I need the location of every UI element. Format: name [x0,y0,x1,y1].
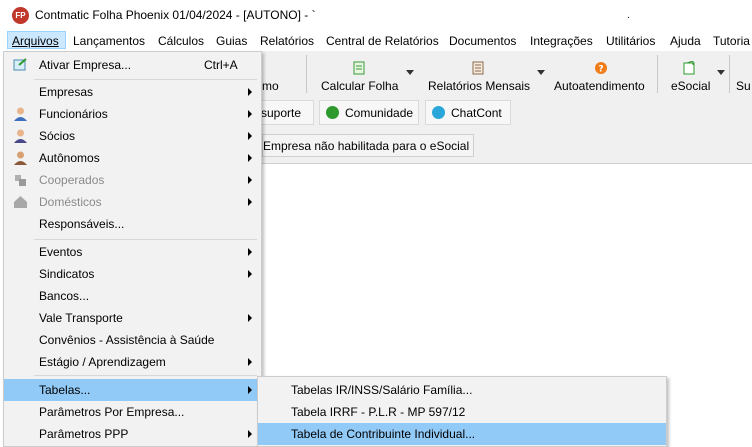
menu-item-ativar-empresa[interactable]: Ativar Empresa... Ctrl+A [4,54,261,76]
toolbar-separator [729,55,730,93]
calcular-folha-dropdown-icon[interactable] [406,70,414,75]
title-mark: . [627,10,630,21]
chat-icon [432,106,445,119]
menu-guias[interactable]: Guias [216,34,247,48]
menu-arquivos[interactable]: Arquivos [7,31,66,49]
reports-icon [471,61,485,75]
submenu-arrow-icon [248,110,252,118]
menu-item-cooperados[interactable]: Cooperados [4,169,261,191]
toolbar-separator [306,55,307,93]
house-icon [13,194,28,209]
submenu-arrow-icon [248,430,252,438]
help-icon: ? [594,61,608,75]
menu-item-bancos[interactable]: Bancos... [4,285,261,307]
menu-item-tabelas[interactable]: Tabelas... [4,379,261,401]
relatorios-mensais-dropdown-icon[interactable] [537,70,545,75]
submenu-arrow-icon [248,88,252,96]
cooperative-icon [13,172,28,187]
menu-central-relatorios[interactable]: Central de Relatórios [326,34,439,48]
menu-item-socios[interactable]: Sócios [4,125,261,147]
esocial-status-message: Empresa não habilitada para o eSocial [262,134,474,157]
app-logo-icon: FP [12,7,29,24]
relatorios-mensais-button[interactable]: Relatórios Mensais [428,79,530,93]
submenu-arrow-icon [248,386,252,394]
menu-item-sindicatos[interactable]: Sindicatos [4,263,261,285]
menu-documentos[interactable]: Documentos [449,34,516,48]
activate-company-icon [13,57,28,72]
menu-ajuda[interactable]: Ajuda [670,34,701,48]
suporte-label: suporte [261,105,302,120]
esocial-icon [682,60,696,75]
toolbar-separator [657,55,658,93]
employee-icon [13,106,28,121]
submenu-item-tabela-irrf-plr[interactable]: Tabela IRRF - P.L.R - MP 597/12 [258,401,666,423]
menu-item-vale-transporte[interactable]: Vale Transporte [4,307,261,329]
partner-icon [13,128,28,143]
submenu-arrow-icon [248,176,252,184]
calculate-icon [352,61,366,75]
link-bar: suporte Comunidade ChatCont [258,97,752,128]
submenu-arrow-icon [248,132,252,140]
calcular-folha-button[interactable]: Calcular Folha [321,79,398,93]
submenu-item-tabelas-ir-inss[interactable]: Tabelas IR/INSS/Salário Família... [258,379,666,401]
toolbar-partial-button[interactable]: mo [262,79,279,93]
menu-item-parametros-empresa[interactable]: Parâmetros Por Empresa... [4,401,261,423]
autoatendimento-button[interactable]: Autoatendimento [554,79,645,93]
submenu-arrow-icon [248,270,252,278]
menu-item-estagio[interactable]: Estágio / Aprendizagem [4,351,261,373]
comunidade-button[interactable]: Comunidade [319,100,419,125]
window-title: Contmatic Folha Phoenix 01/04/2024 - [AU… [35,8,316,22]
menu-separator [34,375,257,376]
submenu-arrow-icon [248,358,252,366]
suporte-button[interactable]: suporte [258,100,314,125]
menu-item-funcionarios[interactable]: Funcionários [4,103,261,125]
community-icon [326,106,339,119]
submenu-arrow-icon [248,314,252,322]
menu-item-responsaveis[interactable]: Responsáveis... [4,213,261,235]
menu-tutoria[interactable]: Tutoria [713,34,750,48]
menu-item-parametros-ppp[interactable]: Parâmetros PPP [4,423,261,445]
toolbar-partial-right-button[interactable]: Su [736,79,751,93]
freelancer-icon [13,150,28,165]
menu-bar: Arquivos Lançamentos Cálculos Guias Rela… [0,31,752,51]
chatcont-button[interactable]: ChatCont [425,100,511,125]
status-area: Empresa não habilitada para o eSocial [262,128,752,164]
svg-text:?: ? [598,65,603,75]
arquivos-dropdown-menu: Ativar Empresa... Ctrl+A Empresas Funcio… [3,51,262,447]
chatcont-label: ChatCont [451,105,502,120]
menu-separator [34,239,257,240]
menu-lancamentos[interactable]: Lançamentos [73,34,145,48]
menu-relatorios[interactable]: Relatórios [260,34,314,48]
toolbar: mo Calcular Folha Relatórios Mensais ? A… [262,51,752,98]
menu-separator [34,79,257,80]
submenu-item-tabela-contribuinte-individual[interactable]: Tabela de Contribuinte Individual... [258,423,666,445]
submenu-arrow-icon [248,198,252,206]
menu-item-convenios[interactable]: Convênios - Assistência à Saúde [4,329,261,351]
esocial-dropdown-icon[interactable] [717,70,725,75]
menu-item-eventos[interactable]: Eventos [4,241,261,263]
menu-item-empresas[interactable]: Empresas [4,81,261,103]
submenu-arrow-icon [248,154,252,162]
menu-item-autonomos[interactable]: Autônomos [4,147,261,169]
menu-calculos[interactable]: Cálculos [158,34,204,48]
menu-integracoes[interactable]: Integrações [530,34,593,48]
menu-item-domesticos[interactable]: Domésticos [4,191,261,213]
esocial-button[interactable]: eSocial [671,79,710,93]
menu-utilitarios[interactable]: Utilitários [606,34,655,48]
comunidade-label: Comunidade [345,105,414,120]
submenu-arrow-icon [248,248,252,256]
tabelas-submenu: Tabelas IR/INSS/Salário Família... Tabel… [257,376,667,447]
title-bar: FP Contmatic Folha Phoenix 01/04/2024 - … [0,0,752,31]
